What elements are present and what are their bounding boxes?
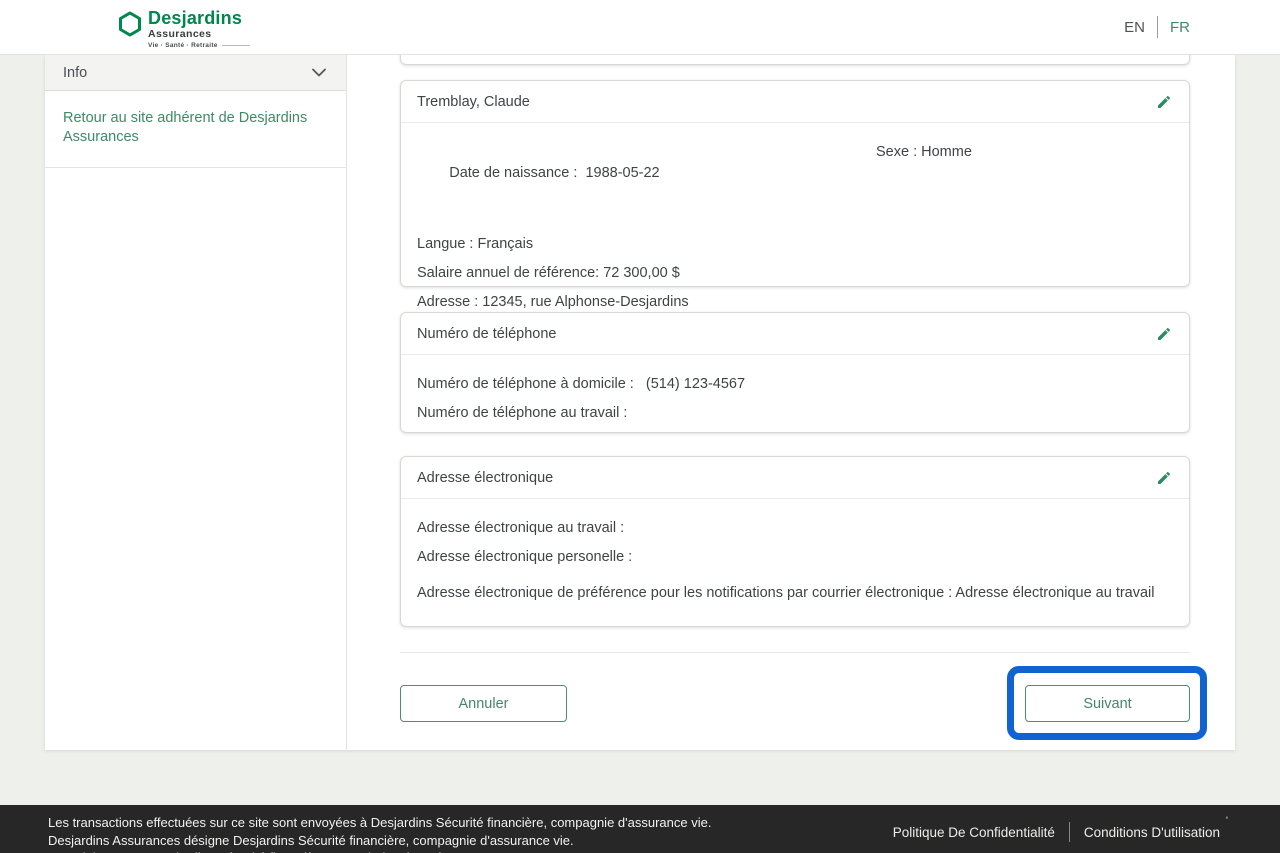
content-divider bbox=[400, 652, 1190, 653]
pencil-icon bbox=[1156, 470, 1172, 486]
email-card-body: Adresse électronique au travail : Adress… bbox=[401, 499, 1189, 604]
privacy-policy-link[interactable]: Politique De Confidentialité bbox=[893, 825, 1055, 840]
previous-card-sliver bbox=[400, 55, 1190, 65]
logo-sub: Assurances bbox=[148, 28, 250, 41]
phone-card-title: Numéro de téléphone bbox=[417, 326, 556, 342]
footer-line-2: Desjardins Assurances désigne Desjardins… bbox=[48, 832, 711, 850]
sidebar-back-block: Retour au site adhérent de Desjardins As… bbox=[45, 91, 346, 168]
hexagon-logo-icon bbox=[118, 11, 142, 42]
pencil-icon bbox=[1156, 326, 1172, 342]
sidebar-info-label: Info bbox=[63, 65, 87, 81]
desjardins-logo[interactable]: Desjardins Assurances Vie · Santé · Retr… bbox=[118, 9, 250, 49]
chevron-down-icon bbox=[312, 65, 326, 81]
sidebar-item-info[interactable]: Info bbox=[45, 55, 346, 91]
pencil-icon bbox=[1156, 94, 1172, 110]
email-card-header: Adresse électronique bbox=[401, 457, 1189, 499]
footer-tick-mark: ' bbox=[1226, 815, 1228, 827]
main-panel: Info Retour au site adhérent de Desjardi… bbox=[45, 55, 1235, 750]
phone-card-body: Numéro de téléphone à domicile : (514) 1… bbox=[401, 355, 1189, 424]
logo-tagline: Vie · Santé · Retraite bbox=[148, 42, 218, 49]
lang-divider bbox=[1157, 16, 1158, 38]
sex-value: Sexe : Homme bbox=[876, 142, 972, 163]
footer-link-divider bbox=[1069, 822, 1070, 842]
app-footer: Les transactions effectuées sur ce site … bbox=[0, 805, 1280, 853]
edit-profile-button[interactable] bbox=[1155, 93, 1173, 111]
terms-of-use-link[interactable]: Conditions D'utilisation bbox=[1084, 825, 1220, 840]
logo-text: Desjardins Assurances Vie · Santé · Retr… bbox=[148, 9, 250, 49]
phone-card: Numéro de téléphone Numéro de téléphone … bbox=[400, 312, 1190, 433]
logo-tagline-row: Vie · Santé · Retraite bbox=[148, 42, 250, 49]
profile-card-title: Tremblay, Claude bbox=[417, 94, 530, 110]
profile-card-header: Tremblay, Claude bbox=[401, 81, 1189, 123]
footer-line-3: Copyright © 2025 Desjardins Sécurité fin… bbox=[48, 849, 711, 853]
edit-phone-button[interactable] bbox=[1155, 325, 1173, 343]
email-card-title: Adresse électronique bbox=[417, 470, 553, 486]
language-row: Langue : Français bbox=[417, 234, 1173, 255]
birth-date-value: Date de naissance : 1988-05-22 bbox=[449, 165, 659, 181]
email-preference-row: Adresse électronique de préférence pour … bbox=[417, 583, 1173, 604]
profile-card: Tremblay, Claude Date de naissance : 198… bbox=[400, 80, 1190, 287]
profile-card-body: Date de naissance : 1988-05-22 Sexe : Ho… bbox=[401, 123, 1189, 337]
birth-date-row: Date de naissance : 1988-05-22 Sexe : Ho… bbox=[417, 142, 1173, 226]
footer-legal-text: Les transactions effectuées sur ce site … bbox=[48, 814, 711, 853]
cancel-button[interactable]: Annuler bbox=[400, 685, 567, 722]
salary-row: Salaire annuel de référence: 72 300,00 $ bbox=[417, 263, 1173, 284]
phone-card-header: Numéro de téléphone bbox=[401, 313, 1189, 355]
address-row-line1: Adresse : 12345, rue Alphonse-Desjardins bbox=[417, 292, 1173, 313]
back-to-member-site-link[interactable]: Retour au site adhérent de Desjardins As… bbox=[63, 110, 307, 145]
footer-line-1: Les transactions effectuées sur ce site … bbox=[48, 814, 711, 832]
lang-en-button[interactable]: EN bbox=[1124, 19, 1145, 36]
home-phone-row: Numéro de téléphone à domicile : (514) 1… bbox=[417, 374, 1173, 395]
edit-email-button[interactable] bbox=[1155, 469, 1173, 487]
lang-fr-button[interactable]: FR bbox=[1170, 19, 1190, 36]
logo-tagline-rule bbox=[222, 45, 250, 46]
footer-links: Politique De Confidentialité Conditions … bbox=[893, 822, 1220, 842]
next-button[interactable]: Suivant bbox=[1025, 685, 1190, 722]
sidebar: Info Retour au site adhérent de Desjardi… bbox=[45, 55, 347, 750]
email-card: Adresse électronique Adresse électroniqu… bbox=[400, 456, 1190, 627]
logo-brand: Desjardins bbox=[148, 9, 250, 28]
personal-email-row: Adresse électronique personelle : bbox=[417, 547, 1173, 568]
app-header: Desjardins Assurances Vie · Santé · Retr… bbox=[0, 0, 1280, 55]
work-phone-row: Numéro de téléphone au travail : bbox=[417, 403, 1173, 424]
work-email-row: Adresse électronique au travail : bbox=[417, 518, 1173, 539]
language-switch: EN FR bbox=[1124, 16, 1190, 38]
